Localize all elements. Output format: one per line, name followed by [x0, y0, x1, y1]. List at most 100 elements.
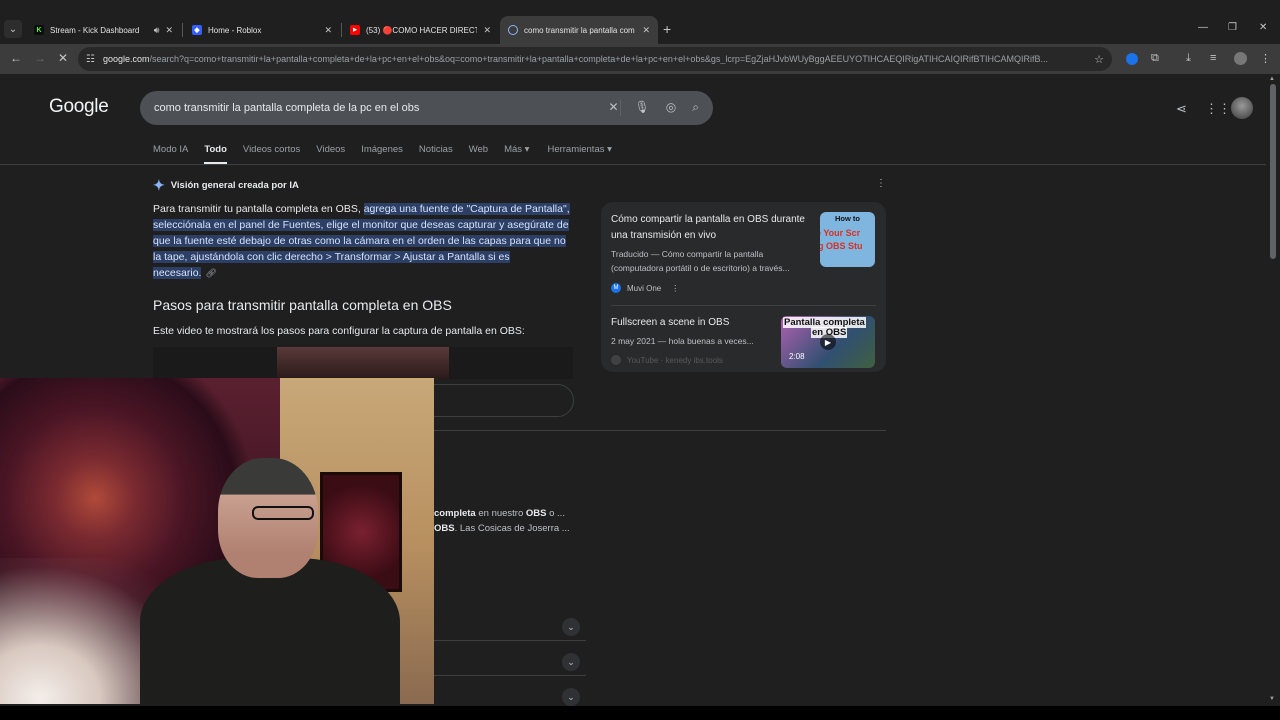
card-2-title[interactable]: Fullscreen a scene in OBS — [611, 315, 776, 331]
close-icon[interactable]: ✕ — [642, 25, 650, 36]
search-nav-tabs: Modo IA Todo Videos cortos Videos Imágen… — [153, 144, 628, 164]
source-cards: Cómo compartir la pantalla en OBS durant… — [601, 202, 886, 372]
snippet-bold: OBS — [525, 508, 547, 519]
video-preview[interactable] — [153, 347, 573, 379]
media-control-icon[interactable]: ≡ — [1210, 52, 1216, 64]
card-1-source[interactable]: M Muvi One ⋮ — [611, 283, 679, 293]
accordion-row[interactable]: ⌄ — [434, 646, 586, 676]
browser-menu-icon[interactable]: ⋮ — [1260, 52, 1271, 65]
card-2-source-name: YouTube · kenedy ibs.tools — [627, 355, 723, 365]
tab-mas[interactable]: Más ▾ — [504, 144, 529, 164]
thumb-text: g OBS Stu — [820, 241, 863, 251]
google-icon — [508, 25, 518, 35]
scrollbar-thumb[interactable] — [1270, 84, 1276, 259]
accordion-row[interactable]: ⌄ — [434, 611, 586, 641]
tab-roblox[interactable]: ◆ Home - Roblox ✕ — [184, 18, 340, 42]
window-close-icon[interactable]: ✕ — [1259, 22, 1267, 33]
video-frame — [277, 347, 449, 379]
tab-title: Home - Roblox — [208, 25, 262, 35]
scroll-up-icon[interactable]: ▲ — [1269, 76, 1275, 82]
video-duration: 2:08 — [789, 352, 805, 361]
tab-noticias[interactable]: Noticias — [419, 144, 453, 164]
chevron-down-icon[interactable]: ⌄ — [562, 688, 580, 706]
play-icon[interactable]: ▶ — [820, 334, 836, 350]
more-options-icon[interactable]: ⋮ — [671, 284, 679, 293]
youtube-icon: ▶ — [350, 25, 360, 35]
tab-search-button[interactable]: ⌄ — [4, 20, 22, 38]
search-icon[interactable]: ⌕ — [692, 100, 699, 115]
ai-overview-title: Visión general creada por IA — [170, 180, 299, 191]
browser-toolbar: ← → ✕ ☷ google.com /search?q=como+transm… — [0, 44, 1280, 74]
search-query: como transmitir la pantalla completa de … — [154, 102, 420, 114]
share-icon[interactable]: ⋖ — [1176, 101, 1187, 117]
ai-text-end: . — [198, 267, 202, 279]
new-tab-button[interactable]: + — [663, 21, 671, 37]
tab-title: (53) 🔴COMO HACER DIRECTO — [366, 25, 478, 35]
ai-overview-text: Para transmitir tu pantalla completa en … — [153, 201, 573, 281]
roblox-icon: ◆ — [192, 25, 202, 35]
download-icon[interactable]: ⤓ — [1186, 52, 1191, 65]
person-body — [140, 558, 400, 704]
account-avatar[interactable] — [1231, 97, 1253, 119]
tab-google-active[interactable]: como transmitir la pantalla com ✕ — [500, 16, 658, 44]
card-1-thumbnail[interactable]: How to e Your Scr g OBS Stu — [820, 212, 875, 267]
forward-icon[interactable]: → — [34, 51, 46, 65]
address-bar[interactable]: ☷ google.com /search?q=como+transmitir+l… — [78, 47, 1112, 71]
card-2-source[interactable]: YouTube · kenedy ibs.tools — [611, 355, 723, 365]
card-1-translated: Traducido — Cómo compartir la pantalla (… — [611, 249, 790, 273]
header-divider — [0, 164, 1266, 165]
glasses — [252, 506, 314, 520]
sparkle-icon: ✦ — [153, 177, 165, 193]
snippet-text: o ... — [546, 508, 565, 519]
stop-icon[interactable]: ✕ — [58, 51, 68, 65]
bookmark-star-icon[interactable]: ☆ — [1094, 53, 1104, 66]
close-icon[interactable]: ✕ — [165, 25, 173, 36]
lens-icon[interactable]: ◎ — [666, 100, 676, 115]
webcam-overlay — [0, 378, 434, 704]
screen-bottom-bar — [0, 706, 1280, 720]
tab-modo-ia[interactable]: Modo IA — [153, 144, 188, 164]
extensions-puzzle-icon[interactable]: ⧉ — [1151, 52, 1159, 65]
tab-web[interactable]: Web — [469, 144, 488, 164]
site-info-icon[interactable]: ☷ — [86, 54, 95, 65]
apps-grid-icon[interactable]: ⋮⋮ — [1205, 101, 1231, 117]
restore-icon[interactable]: ❐ — [1228, 22, 1237, 33]
tab-videos[interactable]: Videos — [316, 144, 345, 164]
tab-youtube[interactable]: ▶ (53) 🔴COMO HACER DIRECTO ✕ — [342, 18, 499, 42]
speaker-icon[interactable]: 🔊︎ — [154, 25, 160, 36]
tab-title: Stream - Kick Dashboard — [50, 25, 140, 35]
more-options-icon[interactable]: ⋮ — [876, 178, 886, 189]
tab-kick[interactable]: K Stream - Kick Dashboard 🔊︎ ✕ — [26, 18, 181, 42]
tab-todo[interactable]: Todo — [204, 144, 227, 164]
tab-herramientas[interactable]: Herramientas ▾ — [547, 144, 611, 164]
video-intro-text: Este video te mostrará los pasos para co… — [153, 325, 525, 337]
close-icon[interactable]: ✕ — [324, 25, 332, 36]
card-1-title[interactable]: Cómo compartir la pantalla en OBS durant… — [611, 212, 811, 244]
clear-icon[interactable]: ✕ — [608, 100, 618, 115]
url-host: google.com — [102, 54, 150, 64]
tab-imagenes[interactable]: Imágenes — [361, 144, 403, 164]
close-icon[interactable]: ✕ — [483, 25, 491, 36]
steps-heading: Pasos para transmitir pantalla completa … — [153, 297, 452, 313]
extension-icon[interactable] — [1126, 53, 1138, 65]
snippet-bold: OBS — [434, 523, 455, 534]
google-logo[interactable]: Google — [49, 96, 109, 118]
scroll-down-icon[interactable]: ▼ — [1269, 696, 1275, 702]
back-icon[interactable]: ← — [10, 51, 22, 65]
page-scrollbar[interactable]: ▲ ▼ — [1266, 74, 1280, 706]
search-input[interactable]: como transmitir la pantalla completa de … — [140, 91, 713, 125]
url-path: /search?q=como+transmitir+la+pantalla+co… — [149, 54, 1049, 64]
card-2-thumbnail[interactable]: Pantalla completa en OBS ▶ 2:08 — [781, 316, 875, 368]
card-divider — [611, 305, 876, 306]
chevron-down-icon[interactable]: ⌄ — [562, 618, 580, 636]
channel-icon — [611, 355, 621, 365]
show-more-button[interactable] — [418, 384, 574, 417]
tab-videos-cortos[interactable]: Videos cortos — [243, 144, 300, 164]
minimize-icon[interactable]: — — [1198, 22, 1208, 33]
chevron-down-icon[interactable]: ⌄ — [562, 653, 580, 671]
link-icon[interactable]: 🔗︎ — [205, 268, 216, 278]
profile-avatar-icon[interactable] — [1234, 52, 1247, 65]
accordion-row[interactable]: ⌄ — [434, 681, 586, 706]
mic-icon[interactable]: 🎙︎ — [635, 100, 650, 115]
card-2-date: 2 may 2021 — hola buenas a veces... — [611, 336, 754, 346]
